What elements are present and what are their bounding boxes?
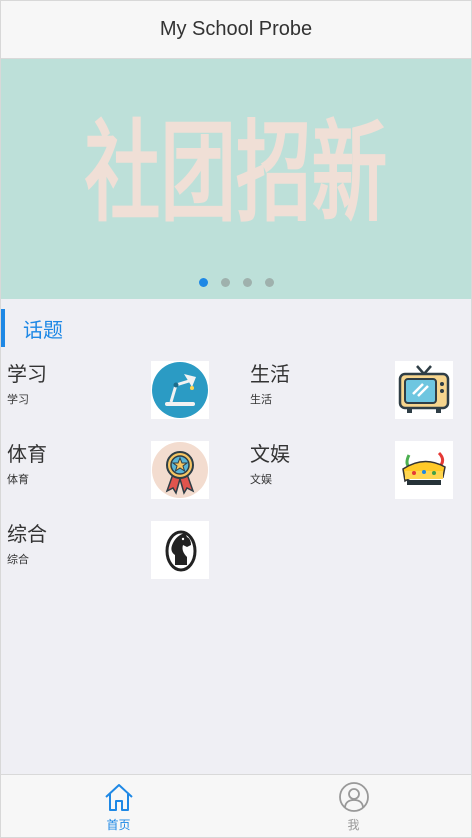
- bottom-tab-bar: 首页 我: [1, 774, 471, 837]
- section-header-topics: 话题: [1, 309, 63, 347]
- topic-name: 文娱: [250, 442, 290, 466]
- carousel-dot-3[interactable]: [242, 278, 252, 287]
- carousel-dot-2[interactable]: [220, 278, 230, 287]
- carousel-indicators: [1, 278, 471, 287]
- topic-name: 学习: [7, 362, 47, 386]
- home-icon: [104, 784, 133, 811]
- topic-item-life[interactable]: 生活 生活: [244, 357, 471, 423]
- topic-subtitle: 体育: [7, 473, 29, 486]
- banner-image: 社团招新: [85, 111, 388, 238]
- topic-item-sports[interactable]: 体育 体育: [1, 437, 237, 503]
- app-screen: My School Probe 社团招新 话题 学习 学习 生活 生活 体育 体…: [0, 0, 472, 838]
- topic-item-study[interactable]: 学习 学习: [1, 357, 237, 423]
- section-title: 话题: [23, 317, 63, 342]
- tv-icon: [395, 361, 453, 419]
- topic-name: 体育: [7, 442, 47, 466]
- banner-text: 社团招新: [85, 111, 388, 238]
- desk-lamp-icon: [151, 361, 209, 419]
- carousel-dot-4[interactable]: [264, 278, 274, 287]
- topic-subtitle: 生活: [250, 393, 272, 406]
- topic-subtitle: 学习: [7, 393, 29, 406]
- banana-culture-logo: [395, 441, 453, 499]
- topic-name: 生活: [250, 362, 290, 386]
- banner-carousel[interactable]: 社团招新: [1, 59, 471, 299]
- topic-item-general[interactable]: 综合 综合: [1, 517, 237, 583]
- page-title: My School Probe: [159, 18, 313, 40]
- tab-me[interactable]: 我: [236, 775, 471, 837]
- chess-knight-icon: [151, 521, 209, 579]
- topic-name: 综合: [7, 522, 47, 546]
- tab-home[interactable]: 首页: [1, 775, 236, 837]
- medal-icon: [151, 441, 209, 499]
- tab-label: 首页: [106, 818, 131, 832]
- topic-subtitle: 文娱: [250, 473, 272, 486]
- topic-item-entertainment[interactable]: 文娱 文娱: [244, 437, 471, 503]
- carousel-dot-1[interactable]: [198, 278, 208, 287]
- navigation-bar: My School Probe: [1, 1, 471, 59]
- topic-subtitle: 综合: [7, 553, 29, 566]
- tab-label: 我: [347, 818, 360, 832]
- user-icon: [338, 782, 369, 812]
